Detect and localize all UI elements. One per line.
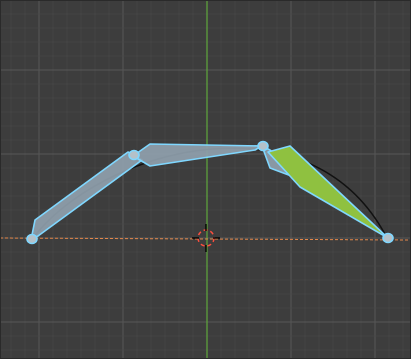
- joint-1[interactable]: [128, 149, 140, 161]
- joint-2[interactable]: [257, 140, 269, 152]
- bone-2[interactable]: [132, 143, 263, 167]
- floor-grid: [0, 0, 411, 359]
- 3d-viewport[interactable]: [0, 0, 411, 359]
- joint-tip[interactable]: [382, 232, 394, 244]
- joint-root[interactable]: [26, 233, 38, 245]
- armature[interactable]: [26, 140, 394, 245]
- viewport-canvas[interactable]: [0, 0, 411, 359]
